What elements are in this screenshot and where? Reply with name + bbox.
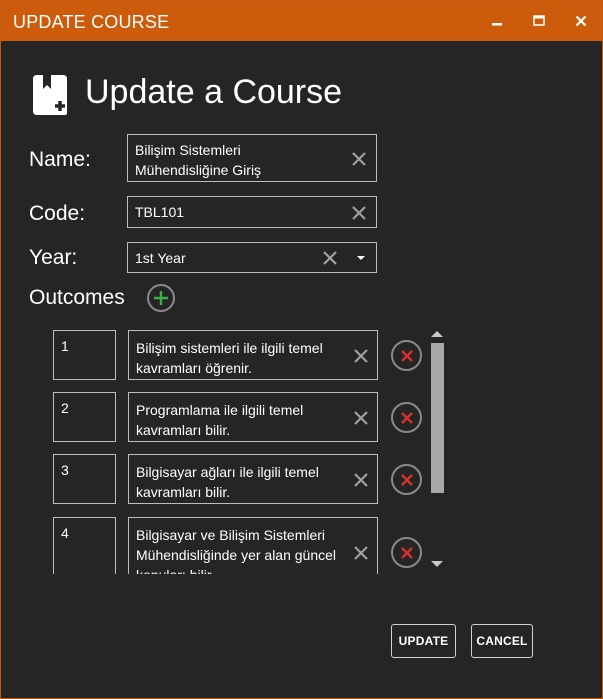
cancel-button[interactable]: CANCEL xyxy=(471,624,533,658)
name-value: Bilişim Sistemleri Mühendisliğine Giriş xyxy=(135,142,262,178)
year-value: 1st Year xyxy=(135,250,186,266)
outcome-number-field[interactable]: 2 xyxy=(53,392,116,442)
outcome-number: 4 xyxy=(61,525,69,541)
code-field[interactable]: TBL101 xyxy=(127,196,377,228)
outcome-number: 3 xyxy=(61,462,69,478)
close-icon xyxy=(575,15,587,27)
code-label: Code: xyxy=(29,202,86,225)
add-outcome-button[interactable] xyxy=(147,284,175,312)
outcome-text-field[interactable]: Programlama ile ilgili temel kavramları … xyxy=(128,392,378,442)
close-button[interactable] xyxy=(561,1,601,41)
book-add-icon xyxy=(33,75,67,115)
page-title: Update a Course xyxy=(85,73,343,111)
minimize-button[interactable] xyxy=(477,1,517,41)
delete-outcome-button[interactable] xyxy=(391,464,422,495)
outcomes-scrollbar[interactable] xyxy=(429,329,445,574)
clear-code-icon[interactable] xyxy=(350,204,368,222)
delete-icon xyxy=(400,473,413,486)
chevron-down-icon[interactable] xyxy=(356,254,366,262)
year-label: Year: xyxy=(29,246,78,269)
name-field[interactable]: Bilişim Sistemleri Mühendisliğine Giriş xyxy=(127,134,377,182)
outcome-text: Bilgisayar ve Bilişim Sistemleri Mühendi… xyxy=(136,527,337,574)
outcome-text-field[interactable]: Bilgisayar ağları ile ilgili temel kavra… xyxy=(128,454,378,504)
window-title: UPDATE COURSE xyxy=(13,12,170,32)
outcome-text-field[interactable]: Bilişim sistemleri ile ilgili temel kavr… xyxy=(128,330,378,380)
outcomes-list[interactable]: 1 Bilişim sistemleri ile ilgili temel ka… xyxy=(41,325,451,574)
clear-outcome-icon[interactable] xyxy=(352,471,370,489)
outcomes-label: Outcomes xyxy=(29,286,125,309)
clear-name-icon[interactable] xyxy=(350,150,368,168)
delete-outcome-button[interactable] xyxy=(391,402,422,433)
update-button[interactable]: UPDATE xyxy=(391,624,456,658)
name-label: Name: xyxy=(29,148,91,171)
outcome-number-field[interactable]: 3 xyxy=(53,454,116,504)
scroll-down-icon[interactable] xyxy=(429,559,445,569)
clear-outcome-icon[interactable] xyxy=(352,347,370,365)
update-course-window: UPDATE COURSE Update a Course Name: Bili… xyxy=(0,0,603,699)
clear-outcome-icon[interactable] xyxy=(352,544,370,562)
plus-icon xyxy=(154,291,168,305)
outcome-text-field[interactable]: Bilgisayar ve Bilişim Sistemleri Mühendi… xyxy=(128,517,378,574)
code-value: TBL101 xyxy=(135,204,185,220)
outcome-text: Programlama ile ilgili temel kavramları … xyxy=(136,402,304,438)
delete-icon xyxy=(400,349,413,362)
delete-outcome-button[interactable] xyxy=(391,340,422,371)
outcome-number: 2 xyxy=(61,400,69,416)
maximize-icon xyxy=(533,15,545,26)
title-bar[interactable]: UPDATE COURSE xyxy=(1,1,602,41)
outcome-text: Bilişim sistemleri ile ilgili temel kavr… xyxy=(136,340,323,376)
delete-icon xyxy=(400,411,413,424)
maximize-button[interactable] xyxy=(519,1,559,41)
minimize-icon xyxy=(492,23,502,26)
clear-outcome-icon[interactable] xyxy=(352,409,370,427)
scroll-thumb[interactable] xyxy=(431,343,444,493)
scroll-up-icon[interactable] xyxy=(429,329,445,339)
delete-outcome-button[interactable] xyxy=(391,537,422,568)
outcome-text: Bilgisayar ağları ile ilgili temel kavra… xyxy=(136,464,319,500)
outcome-number-field[interactable]: 1 xyxy=(53,330,116,380)
outcome-number: 1 xyxy=(61,338,69,354)
outcome-number-field[interactable]: 4 xyxy=(53,517,116,574)
clear-year-icon[interactable] xyxy=(321,249,339,267)
delete-icon xyxy=(400,546,413,559)
year-select[interactable]: 1st Year xyxy=(127,242,377,273)
